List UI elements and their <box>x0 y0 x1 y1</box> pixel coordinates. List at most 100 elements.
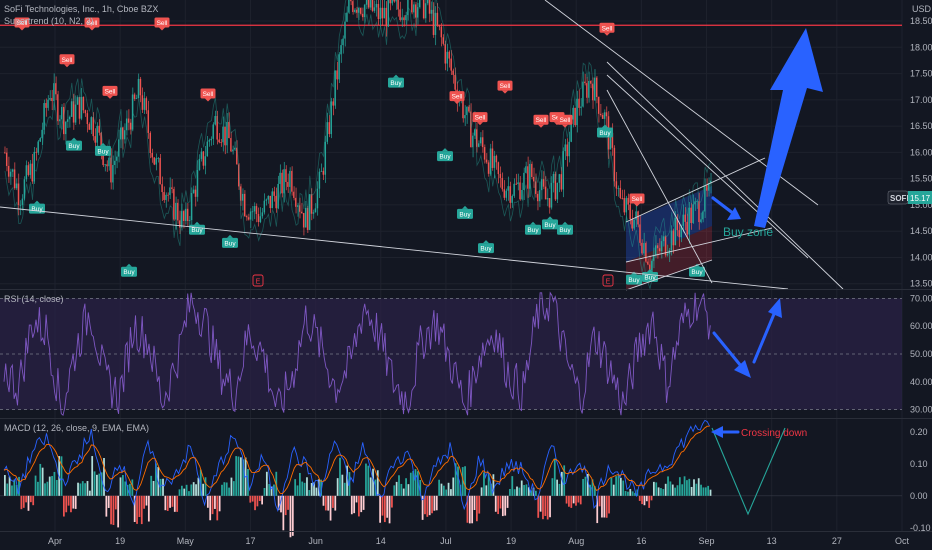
candle-body <box>304 207 307 228</box>
macd-histogram-bar <box>169 495 171 508</box>
macd-histogram-bar <box>551 478 554 496</box>
candle-body <box>354 9 356 12</box>
candle-body <box>438 24 441 27</box>
macd-histogram-bar <box>171 495 174 507</box>
macd-histogram-bar <box>353 495 356 514</box>
macd-histogram-bar <box>431 495 433 514</box>
candle-body <box>265 199 268 201</box>
rsi-pane[interactable]: 70.00 60.00 50.00 40.00 30.00 <box>0 291 932 417</box>
earnings-marker-label: E <box>256 279 261 286</box>
symbol-title[interactable]: SoFi Technologies, Inc., 1h, Cboe BZX <box>4 4 158 14</box>
candle-body <box>403 17 405 21</box>
earnings-marker-label: E <box>606 279 611 286</box>
candle-body <box>560 174 563 190</box>
candle-body <box>688 207 690 235</box>
macd-title[interactable]: MACD (12, 26, close, 9, EMA, EMA) <box>4 423 149 433</box>
candle-body <box>584 81 586 84</box>
candle-body <box>90 117 92 130</box>
price-tick-label: 17.00 <box>910 95 932 105</box>
candle-body <box>275 195 277 209</box>
macd-histogram-bar <box>480 487 483 496</box>
candle-body <box>271 191 273 209</box>
macd-histogram-bar <box>405 478 407 496</box>
candle-body <box>118 139 120 157</box>
candle-body <box>586 83 588 98</box>
macd-histogram-bar <box>299 472 301 496</box>
macd-histogram-bar <box>407 484 410 496</box>
price-tick-label: 17.50 <box>910 69 932 79</box>
candle-body <box>291 170 293 192</box>
time-tick-label: Sep <box>699 536 715 546</box>
candle-body <box>175 202 177 220</box>
candle-body <box>692 204 694 224</box>
candle-body <box>536 193 539 202</box>
candle-body <box>253 206 256 212</box>
buy-signal-label: Buy <box>599 130 611 137</box>
candle-body <box>61 106 63 120</box>
candle-body <box>135 98 138 99</box>
macd-histogram-bar <box>107 495 110 508</box>
rsi-title[interactable]: RSI (14, close) <box>4 294 64 304</box>
macd-histogram-bar <box>426 495 429 517</box>
price-tick-label: 14.50 <box>910 226 932 236</box>
candle-body <box>334 70 336 106</box>
candle-body <box>704 185 706 212</box>
macd-histogram-bar <box>650 495 653 501</box>
macd-histogram-bar <box>579 495 582 505</box>
candle-body <box>511 195 513 203</box>
macd-histogram-bar <box>450 489 452 496</box>
buy-zone-annotation[interactable]: Buy zone <box>723 225 773 239</box>
candle-body <box>389 0 391 4</box>
candle-body <box>523 172 525 190</box>
macd-histogram-bar <box>478 495 481 514</box>
macd-histogram-bar <box>435 495 438 511</box>
macd-histogram-bar <box>485 485 488 496</box>
candle-body <box>120 127 122 140</box>
candle-body <box>139 78 142 96</box>
candle-body <box>234 147 236 150</box>
candle-body <box>224 126 226 146</box>
candle-body <box>613 147 616 182</box>
buy-signal-label: Buy <box>224 240 236 247</box>
price-tick-label: 18.50 <box>910 16 932 26</box>
candle-body <box>173 188 175 220</box>
macd-histogram-bar <box>657 487 660 496</box>
macd-histogram-bar <box>643 495 646 506</box>
candle-body <box>428 0 431 14</box>
macd-histogram-bar <box>197 477 200 496</box>
candle-body <box>232 149 234 152</box>
candle-body <box>597 97 600 114</box>
macd-histogram-bar <box>251 495 254 502</box>
macd-histogram-bar <box>542 495 544 520</box>
candle-body <box>157 158 159 159</box>
indicator-title[interactable]: Supertrend (10, N2, 3) <box>4 16 94 26</box>
macd-histogram-bar <box>369 477 372 496</box>
macd-histogram-bar <box>440 483 443 496</box>
candle-body <box>108 157 110 167</box>
candle-body <box>322 170 325 175</box>
candle-body <box>141 95 144 110</box>
candle-body <box>631 219 633 229</box>
macd-histogram-bar <box>332 495 334 508</box>
buy-signal-label: Buy <box>544 222 556 229</box>
candle-body <box>700 219 702 223</box>
macd-histogram-bar <box>664 483 667 496</box>
sell-signal-label: Sell <box>62 57 73 64</box>
time-tick-label: Apr <box>48 536 62 546</box>
trading-chart[interactable]: BuyBuyBuyBuyBuyBuyBuyBuyBuyBuyBuyBuyBuyB… <box>0 0 932 550</box>
macd-histogram-bar <box>143 495 145 509</box>
candle-body <box>25 165 28 180</box>
candle-body <box>450 58 452 71</box>
candle-body <box>88 124 91 130</box>
macd-histogram-bar <box>468 495 471 524</box>
candle-body <box>21 198 24 205</box>
crossing-down-annotation[interactable]: Crossing down <box>741 428 807 439</box>
macd-histogram-bar <box>577 495 580 503</box>
candle-body <box>273 191 275 196</box>
candle-body <box>255 206 258 214</box>
candle-body <box>245 216 248 218</box>
macd-histogram-bar <box>91 456 94 496</box>
macd-histogram-bar <box>268 483 271 496</box>
candle-body <box>39 138 41 142</box>
candle-body <box>574 107 576 126</box>
